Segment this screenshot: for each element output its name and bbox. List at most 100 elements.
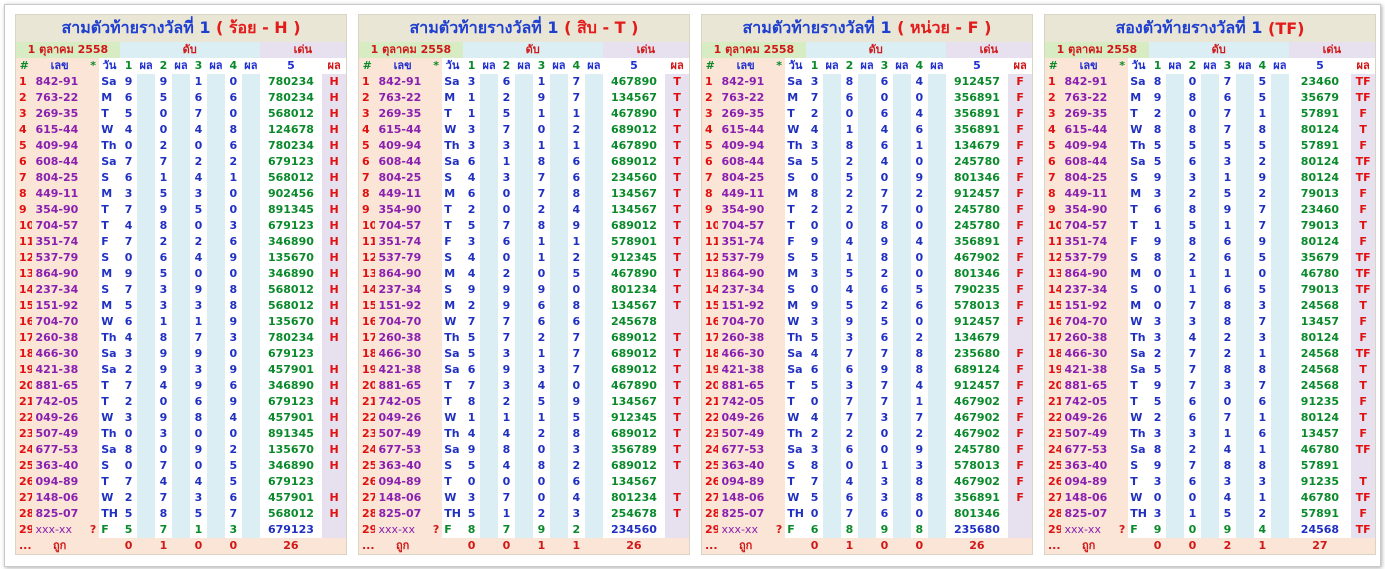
row-star [772,330,786,346]
row-pon [1271,106,1289,122]
row-result [322,522,346,538]
row-digit-1: 8 [805,458,824,474]
row-pon [858,442,876,458]
row-number: 11 [1045,234,1062,250]
header-row-columns: # เลข * วัน 1 ผล 2 ผล 3 ผล 4 ผล 5 ผล [1045,58,1375,74]
row-lek: 804-25 [718,170,773,186]
row-star: ? [772,522,786,538]
row-digit-3: 6 [1218,282,1237,298]
row-day: Th [785,138,806,154]
row-digit-3: 6 [532,314,551,330]
table-row: 24 677-53 Sa 3 6 0 9 245780 F [702,442,1032,458]
row-digit-1: 4 [462,170,481,186]
table-row: 1 842-91 Sa 8 0 7 5 23460 TF [1045,74,1375,90]
row-pon [893,426,911,442]
row-lek: 094-89 [718,474,773,490]
row-pon [858,346,876,362]
row-pon [928,410,946,426]
row-number: 10 [359,218,376,234]
table-row: 22 049-26 W 2 6 7 1 80124 T [1045,410,1375,426]
row-result: T [665,282,689,298]
row-five: 80124 [1288,154,1352,170]
row-pon [928,266,946,282]
row-pon [1271,506,1289,522]
row-five: 245780 [945,218,1009,234]
row-day: T [785,378,806,394]
table-row: 8 449-11 M 3 5 3 0 902456 H [16,186,346,202]
row-pon [1271,266,1289,282]
row-digit-3: 4 [189,474,208,490]
row-lek: 409-94 [375,138,430,154]
row-pon [823,458,841,474]
row-digit-4: 3 [224,330,243,346]
totals-5: 26 [602,538,666,554]
row-result: TF [1351,250,1375,266]
row-pon [137,506,155,522]
row-digit-2: 4 [497,426,516,442]
row-result: H [322,314,346,330]
row-lek: xxx-xx [32,522,87,538]
row-result: H [322,90,346,106]
row-digit-2: 5 [154,266,173,282]
row-digit-4: 1 [567,106,586,122]
row-pon [515,154,533,170]
row-digit-1: 5 [805,490,824,506]
row-star [772,250,786,266]
row-pon [207,442,225,458]
row-result: H [322,218,346,234]
table-row: 4 615-44 W 8 8 7 8 80124 T [1045,122,1375,138]
row-result: F [1008,490,1032,506]
row-result: H [322,138,346,154]
row-star [429,458,443,474]
row-digit-3: 5 [875,314,894,330]
row-digit-1: 0 [119,458,138,474]
table-row: 14 237-34 S 0 4 6 5 790235 F [702,282,1032,298]
row-pon [585,266,603,282]
row-five: 780234 [259,74,323,90]
row-day: T [442,394,463,410]
row-number: 14 [359,282,376,298]
row-day: T [1128,106,1149,122]
row-lek: 537-79 [375,250,430,266]
row-pon [585,218,603,234]
row-pon [1236,378,1254,394]
row-digit-3: 1 [532,410,551,426]
row-digit-4: 5 [1253,138,1272,154]
row-pon [550,442,568,458]
row-number: 17 [702,330,719,346]
row-number: 3 [359,106,376,122]
row-digit-2: 2 [497,266,516,282]
row-pon [585,122,603,138]
row-pon [823,346,841,362]
row-number: 14 [702,282,719,298]
row-digit-4: 7 [567,346,586,362]
row-pon [823,266,841,282]
row-digit-2: 2 [840,202,859,218]
row-number: 1 [16,74,33,90]
row-pon [1236,474,1254,490]
row-pon [928,490,946,506]
row-lek: 842-91 [32,74,87,90]
row-pon [893,250,911,266]
row-day: W [442,122,463,138]
row-result: TF [1351,154,1375,170]
row-number: 29 [702,522,719,538]
row-pon [172,154,190,170]
row-digit-1: 7 [462,314,481,330]
row-digit-4: 4 [567,202,586,218]
row-pon [858,186,876,202]
row-pon [207,330,225,346]
row-pon [928,218,946,234]
row-digit-1: 0 [1148,282,1167,298]
row-pon [585,154,603,170]
row-pon [1271,154,1289,170]
row-digit-2: 3 [154,426,173,442]
row-day: T [785,394,806,410]
row-lek: 864-90 [32,266,87,282]
row-digit-3: 7 [1218,74,1237,90]
row-pon [1236,122,1254,138]
row-digit-2: 7 [497,330,516,346]
row-result: F [1008,426,1032,442]
row-pon [480,346,498,362]
col-1: 1 [462,58,481,74]
